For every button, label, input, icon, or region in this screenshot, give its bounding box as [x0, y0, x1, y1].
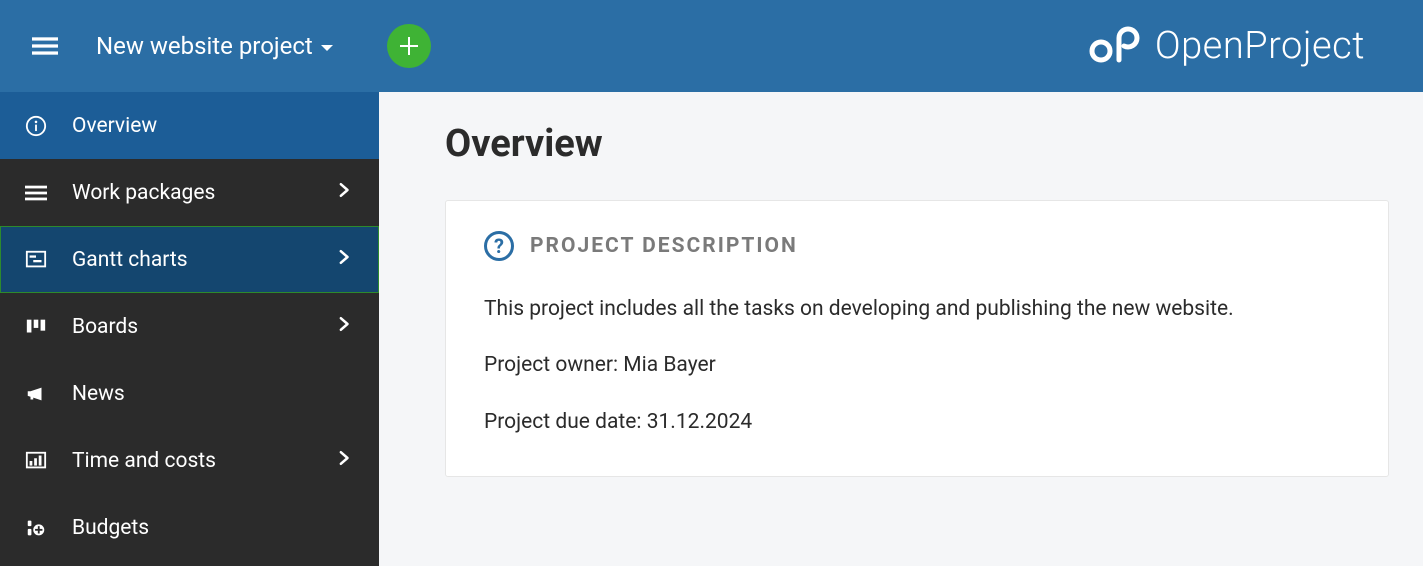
help-icon[interactable]: ? [484, 231, 514, 261]
menu-toggle-button[interactable] [20, 21, 70, 71]
brand-logo: OpenProject [1089, 24, 1365, 68]
arrow-right-icon [335, 314, 355, 340]
arrow-right-icon [335, 180, 355, 206]
caret-down-icon [319, 32, 335, 60]
gantt-icon [22, 249, 50, 271]
chart-icon [22, 450, 50, 472]
arrow-right-icon [335, 247, 355, 273]
list-icon [22, 182, 50, 204]
top-bar: New website project OpenProject [0, 0, 1423, 92]
project-description-card: ? Project Description This project inclu… [445, 200, 1389, 477]
info-icon [22, 115, 50, 137]
sidebar-item-boards[interactable]: Boards [0, 293, 379, 360]
sidebar-item-label: Overview [72, 114, 157, 138]
sidebar-item-time-and-costs[interactable]: Time and costs [0, 427, 379, 494]
sidebar-item-overview[interactable]: Overview [0, 92, 379, 159]
arrow-right-icon [335, 448, 355, 474]
project-due-text: Project due date: 31.12.2024 [484, 408, 1350, 436]
budget-icon [22, 517, 50, 539]
sidebar-item-label: Work packages [72, 181, 215, 205]
sidebar-item-label: Budgets [72, 516, 149, 540]
sidebar-item-gantt-charts[interactable]: Gantt charts [0, 226, 379, 293]
description-text: This project includes all the tasks on d… [484, 295, 1350, 323]
project-selector[interactable]: New website project [96, 32, 335, 60]
megaphone-icon [22, 383, 50, 405]
main-content: Overview ? Project Description This proj… [379, 92, 1423, 566]
boards-icon [22, 316, 50, 338]
brand-text: OpenProject [1155, 24, 1365, 68]
card-header: ? Project Description [484, 231, 1350, 261]
sidebar-item-work-packages[interactable]: Work packages [0, 159, 379, 226]
sidebar-item-label: News [72, 382, 125, 406]
sidebar-item-label: Time and costs [72, 449, 216, 473]
page-title: Overview [445, 122, 1383, 166]
sidebar-item-budgets[interactable]: Budgets [0, 494, 379, 561]
sidebar-item-label: Gantt charts [72, 248, 188, 272]
sidebar-item-news[interactable]: News [0, 360, 379, 427]
project-owner-text: Project owner: Mia Bayer [484, 351, 1350, 379]
openproject-icon [1089, 24, 1141, 68]
sidebar-item-label: Boards [72, 315, 138, 339]
project-name: New website project [96, 32, 313, 60]
plus-icon [397, 34, 421, 58]
add-button[interactable] [387, 24, 431, 68]
sidebar: Overview Work packages Gantt charts Boar… [0, 92, 379, 566]
card-body: This project includes all the tasks on d… [484, 295, 1350, 436]
hamburger-icon [32, 33, 58, 59]
card-title: Project Description [530, 234, 798, 258]
